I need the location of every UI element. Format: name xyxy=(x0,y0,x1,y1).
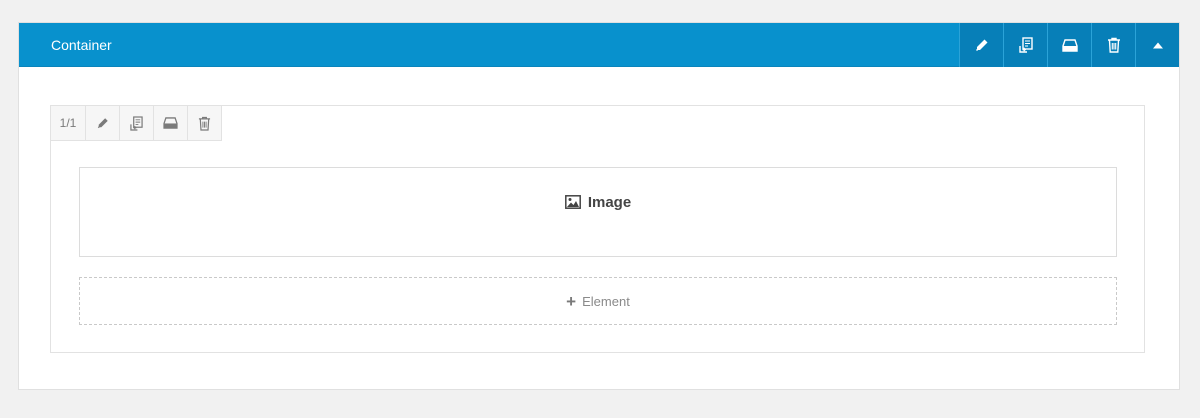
add-element-label: Element xyxy=(582,293,630,309)
duplicate-column-button[interactable] xyxy=(120,106,154,141)
duplicate-container-button[interactable] xyxy=(1003,23,1047,67)
edit-container-button[interactable] xyxy=(959,23,1003,67)
container-panel: Container 1/1 Image + Element xyxy=(18,22,1180,390)
image-icon xyxy=(564,195,581,209)
image-element-label: Image xyxy=(587,193,632,211)
delete-container-button[interactable] xyxy=(1091,23,1135,67)
trash-icon xyxy=(198,116,211,131)
save-container-button[interactable] xyxy=(1047,23,1091,67)
column: 1/1 Image + Element xyxy=(50,105,1145,353)
collapse-container-button[interactable] xyxy=(1135,23,1179,67)
delete-column-button[interactable] xyxy=(188,106,222,141)
pencil-icon xyxy=(975,39,987,52)
duplicate-icon xyxy=(130,115,143,131)
column-size-label: 1/1 xyxy=(51,106,86,141)
duplicate-icon xyxy=(1018,37,1033,53)
container-title: Container xyxy=(51,37,112,53)
caret-up-icon xyxy=(1152,42,1163,48)
container-toolbar xyxy=(959,23,1179,67)
edit-column-button[interactable] xyxy=(86,106,120,141)
container-header: Container xyxy=(19,23,1179,67)
save-column-button[interactable] xyxy=(154,106,188,141)
column-toolbar: 1/1 xyxy=(51,106,222,141)
add-element-button[interactable]: + Element xyxy=(79,277,1117,325)
image-element[interactable]: Image xyxy=(79,167,1117,257)
plus-icon: + xyxy=(566,291,577,311)
save-icon xyxy=(163,117,178,129)
pencil-icon xyxy=(97,118,108,129)
save-icon xyxy=(1061,38,1078,52)
trash-icon xyxy=(1107,37,1120,53)
